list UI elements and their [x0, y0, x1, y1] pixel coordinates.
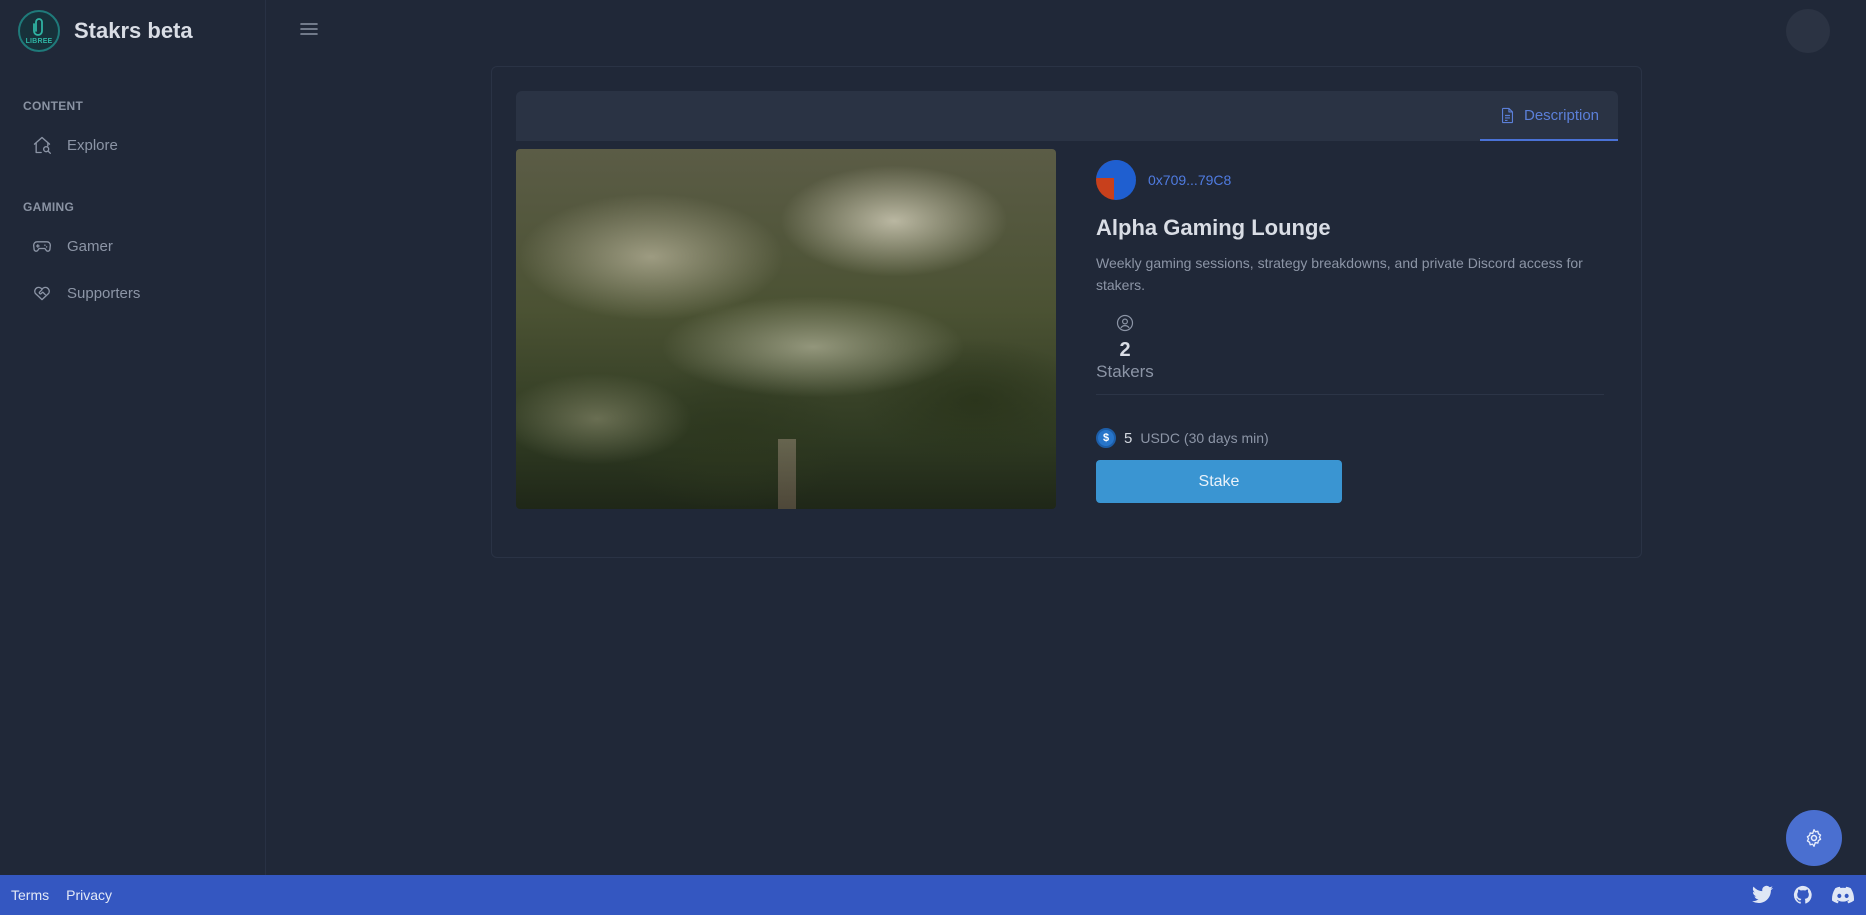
user-circle-icon: [1116, 314, 1134, 332]
content-description: Weekly gaming sessions, strategy breakdo…: [1096, 255, 1583, 293]
section-label-content: CONTENT: [23, 99, 84, 113]
stakers-stat: 2 Stakers: [1096, 314, 1154, 382]
logo-text: LIBREE: [25, 38, 53, 45]
brand[interactable]: LIBREE Stakrs beta: [18, 10, 193, 52]
terms-link[interactable]: Terms: [11, 887, 49, 903]
content-title: Alpha Gaming Lounge: [1096, 215, 1331, 240]
content-info: 0x709...79C8 Alpha Gaming Lounge Weekly …: [1096, 149, 1616, 503]
tab-bar: Description: [516, 91, 1618, 141]
hero-image-path: [778, 439, 796, 509]
usdc-icon: $: [1096, 428, 1116, 448]
sidebar-item-label: Explore: [67, 136, 118, 154]
document-icon: [1501, 107, 1514, 123]
discord-icon[interactable]: [1832, 884, 1854, 906]
hero-image: [516, 149, 1056, 509]
privacy-link[interactable]: Privacy: [66, 887, 112, 903]
home-search-icon: [33, 136, 51, 154]
stake-button[interactable]: Stake: [1096, 460, 1342, 503]
github-icon[interactable]: [1792, 884, 1814, 906]
user-avatar[interactable]: [1786, 9, 1830, 53]
divider: [1096, 394, 1604, 395]
settings-button[interactable]: [1786, 810, 1842, 866]
sidebar-item-explore[interactable]: Explore: [32, 135, 118, 155]
heart-handshake-icon: [34, 286, 50, 301]
sidebar-item-label: Gamer: [67, 237, 113, 255]
sidebar-item-label: Supporters: [67, 284, 141, 302]
footer: Terms Privacy: [0, 875, 1866, 915]
paperclip-icon: [33, 18, 43, 36]
tab-label: Description: [1523, 106, 1600, 124]
content-card: Description 0x709...79C8 Alpha Gaming Lo…: [491, 66, 1642, 558]
twitter-icon[interactable]: [1752, 884, 1774, 906]
gamepad-icon: [33, 241, 51, 252]
gear-icon: [1806, 829, 1822, 847]
price-value: 5: [1124, 429, 1133, 447]
owner-address-link[interactable]: 0x709...79C8: [1148, 172, 1231, 188]
sidebar-item-supporters[interactable]: Supporters: [32, 283, 140, 303]
section-label-gaming: GAMING: [23, 200, 75, 214]
app-title: Stakrs beta: [74, 18, 193, 43]
sidebar-item-gamer[interactable]: Gamer: [32, 236, 113, 256]
stake-price: $ 5 USDC (30 days min): [1096, 428, 1616, 448]
stakers-label: Stakers: [1096, 362, 1154, 381]
social-icons: [1734, 884, 1854, 906]
stakers-count: 2: [1119, 339, 1131, 361]
owner: 0x709...79C8: [1096, 160, 1616, 200]
logo: LIBREE: [18, 10, 60, 52]
menu-icon[interactable]: [300, 21, 318, 37]
owner-avatar[interactable]: [1096, 160, 1136, 200]
sidebar: LIBREE Stakrs beta CONTENT Explore GAMIN…: [0, 0, 266, 875]
price-unit: USDC (30 days min): [1140, 430, 1269, 446]
tab-description[interactable]: Description: [1480, 91, 1618, 141]
